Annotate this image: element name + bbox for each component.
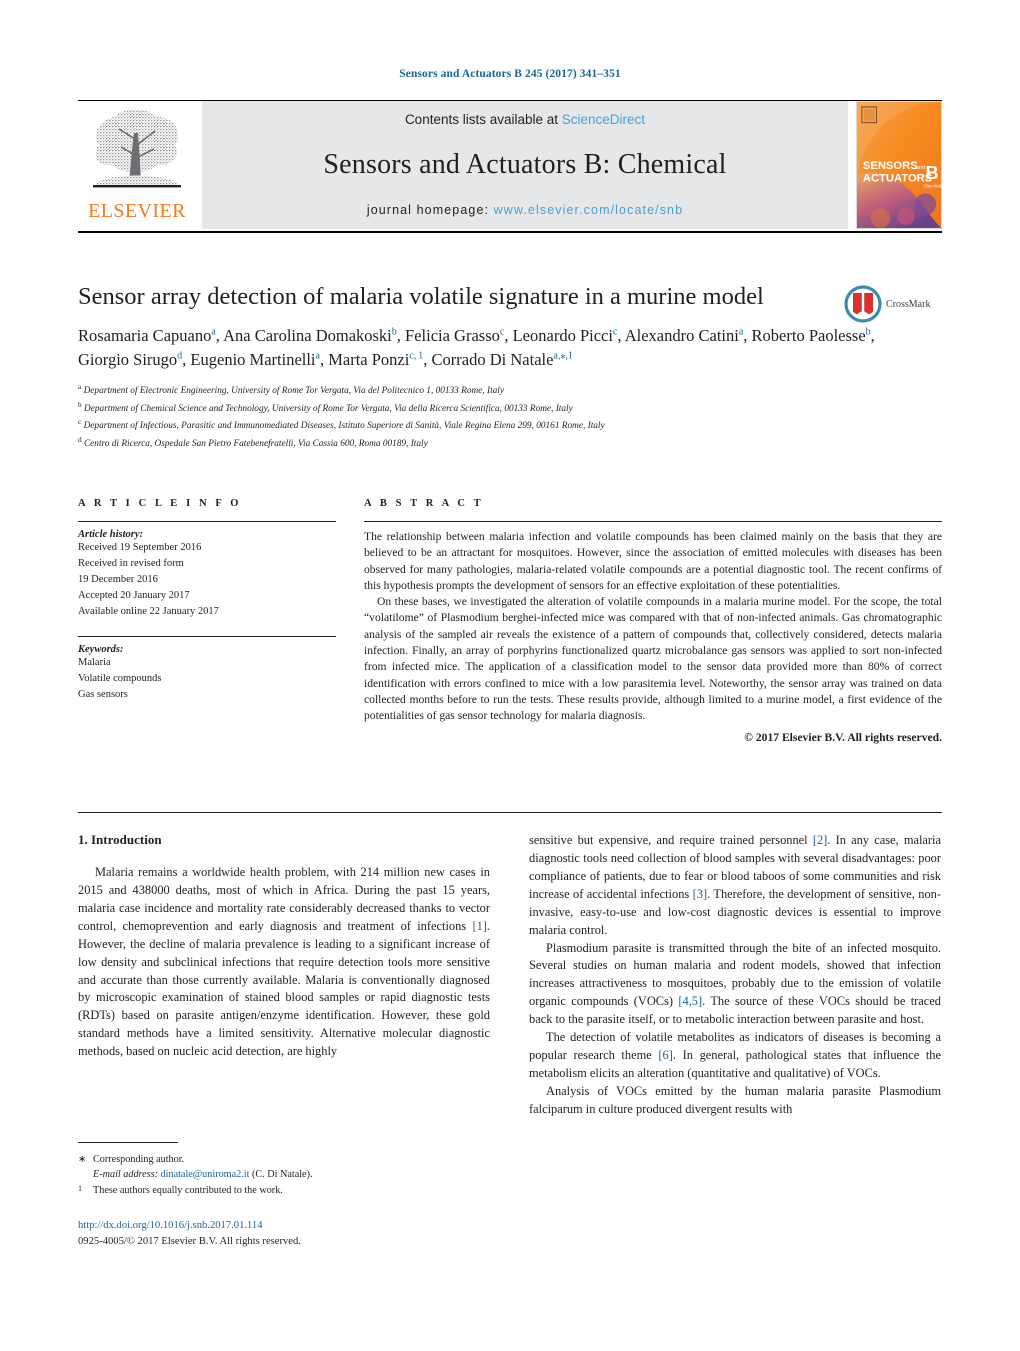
journal-title: Sensors and Actuators B: Chemical [323, 149, 727, 180]
affiliation-mark: c [78, 417, 82, 427]
doi-link[interactable]: http://dx.doi.org/10.1016/j.snb.2017.01.… [78, 1218, 578, 1234]
cover-art: SENSORS and ACTUATORS B Chemical [857, 102, 941, 228]
affiliation-text: Department of Chemical Science and Techn… [83, 403, 573, 414]
footnote-spacer [78, 1167, 93, 1182]
contents-prefix: Contents lists available at [404, 112, 562, 127]
affiliation-mark: a [78, 382, 82, 392]
keywords-block: Keywords: Malaria Volatile compounds Gas… [78, 635, 336, 703]
body-column-left: 1. Introduction Malaria remains a worldw… [78, 832, 490, 1119]
article-info-column: A R T I C L E I N F O Article history: R… [78, 498, 336, 744]
body-paragraph: Malaria remains a worldwide health probl… [78, 865, 490, 1059]
keyword-item: Volatile compounds [78, 672, 162, 684]
affiliation-item: c Department of Infectious, Parasitic an… [78, 416, 942, 434]
footnote-mark-asterisk: ∗ [78, 1154, 87, 1165]
journal-banner: Contents lists available at ScienceDirec… [202, 101, 848, 229]
abstract-column: A B S T R A C T The relationship between… [364, 498, 942, 744]
body-separator-rule [78, 812, 942, 813]
affiliation-mark: b [78, 399, 82, 409]
title-block: Sensor array detection of malaria volati… [78, 283, 942, 452]
article-history-item: Available online 22 January 2017 [78, 605, 219, 617]
footnote-mark-one: 1 [78, 1183, 93, 1201]
sciencedirect-link[interactable]: ScienceDirect [562, 112, 645, 127]
footnote-corresponding: ∗ Corresponding author. [78, 1152, 490, 1167]
body-paragraph: Analysis of VOCs emitted by the human ma… [529, 1083, 941, 1116]
affiliation-text: Department of Electronic Engineering, Un… [83, 386, 505, 397]
affiliation-list: a Department of Electronic Engineering, … [78, 381, 942, 452]
article-history-item: Accepted 20 January 2017 [78, 589, 190, 601]
elsevier-tree-icon [93, 109, 181, 188]
section-heading-introduction: 1. Introduction [78, 832, 162, 847]
running-head: Sensors and Actuators B 245 (2017) 341–3… [399, 68, 621, 80]
journal-cover-thumbnail: SENSORS and ACTUATORS B Chemical [856, 101, 942, 229]
abstract-rule [364, 521, 942, 522]
journal-homepage-link[interactable]: www.elsevier.com/locate/snb [494, 203, 684, 217]
elsevier-wordmark: ELSEVIER [88, 200, 186, 222]
article-history-label: Article history: [78, 529, 144, 540]
masthead-bottom-rule [78, 231, 942, 233]
issn-copyright-line: 0925-4005/© 2017 Elsevier B.V. All right… [78, 1235, 301, 1247]
body-column-right: sensitive but expensive, and require tra… [529, 832, 941, 1119]
footnote-email-line: E-mail address: dinatale@uniroma2.it (C.… [93, 1167, 313, 1182]
abstract-heading: A B S T R A C T [364, 498, 484, 509]
article-info-rule [78, 521, 336, 522]
svg-text:Chemical: Chemical [923, 184, 941, 189]
page-title: Sensor array detection of malaria volati… [78, 283, 764, 310]
journal-homepage-line: journal homepage: www.elsevier.com/locat… [367, 203, 683, 217]
body-paragraph: Plasmodium parasite is transmitted throu… [529, 940, 941, 1027]
crossmark-label: CrossMark [886, 298, 931, 310]
footnote-mark-one-sup: 1 [78, 1183, 82, 1193]
crossmark-badge[interactable]: CrossMark [844, 283, 940, 325]
keyword-item: Malaria [78, 656, 111, 668]
keyword-item: Gas sensors [78, 688, 128, 700]
svg-text:SENSORS: SENSORS [863, 160, 918, 172]
affiliation-item: a Department of Electronic Engineering, … [78, 381, 942, 399]
footnote-corresponding-text: Corresponding author. [93, 1154, 185, 1165]
author-list: Rosamaria Capuanoa, Ana Carolina Domakos… [78, 326, 875, 369]
keywords-label: Keywords: [78, 643, 124, 655]
abstract-paragraph: The relationship between malaria infecti… [364, 530, 942, 592]
affiliation-item: b Department of Chemical Science and Tec… [78, 399, 942, 417]
svg-text:B: B [925, 162, 938, 183]
footnote-equal-text: These authors equally contributed to the… [93, 1184, 283, 1196]
body-columns: 1. Introduction Malaria remains a worldw… [78, 832, 942, 1119]
affiliation-text: Department of Infectious, Parasitic and … [83, 421, 605, 432]
svg-text:and: and [916, 165, 926, 171]
abstract-copyright: © 2017 Elsevier B.V. All rights reserved… [744, 731, 942, 745]
email-owner: (C. Di Natale). [251, 1169, 313, 1181]
affiliation-text: Centro di Ricerca, Ospedale San Pietro F… [83, 439, 428, 450]
crossmark-icon [844, 285, 882, 323]
svg-text:ACTUATORS: ACTUATORS [863, 173, 933, 185]
body-paragraph: The detection of volatile metabolites as… [529, 1030, 941, 1080]
affiliation-mark: d [78, 435, 82, 445]
journal-masthead: ELSEVIER Contents lists available at Sci… [78, 100, 942, 233]
elsevier-logo: ELSEVIER [78, 101, 196, 229]
abstract-paragraph: On these bases, we investigated the alte… [364, 595, 942, 723]
footnote-block: ∗ Corresponding author. E-mail address: … [78, 1152, 490, 1200]
article-history-item: Received in revised form [78, 557, 184, 569]
homepage-prefix: journal homepage: [366, 203, 494, 217]
affiliation-item: d Centro di Ricerca, Ospedale San Pietro… [78, 434, 942, 452]
email-address-label: E-mail address: [93, 1169, 158, 1181]
footnote-rule [78, 1142, 178, 1143]
contents-line: Contents lists available at ScienceDirec… [405, 112, 645, 127]
article-history-item: Received 19 September 2016 [78, 542, 202, 553]
paper-page: Sensors and Actuators B 245 (2017) 341–3… [0, 0, 1020, 1351]
footnote-email: E-mail address: dinatale@uniroma2.it (C.… [78, 1167, 490, 1182]
article-info-heading: A R T I C L E I N F O [78, 498, 242, 509]
email-link[interactable]: dinatale@uniroma2.it [161, 1169, 250, 1180]
body-paragraph: sensitive but expensive, and require tra… [529, 833, 941, 937]
keywords-rule [78, 635, 336, 637]
footnote-equal-contribution: 1 These authors equally contributed to t… [78, 1183, 490, 1201]
doi-block: http://dx.doi.org/10.1016/j.snb.2017.01.… [78, 1218, 578, 1250]
article-history-item: 19 December 2016 [78, 573, 158, 585]
info-abstract-section: A R T I C L E I N F O Article history: R… [78, 498, 942, 744]
